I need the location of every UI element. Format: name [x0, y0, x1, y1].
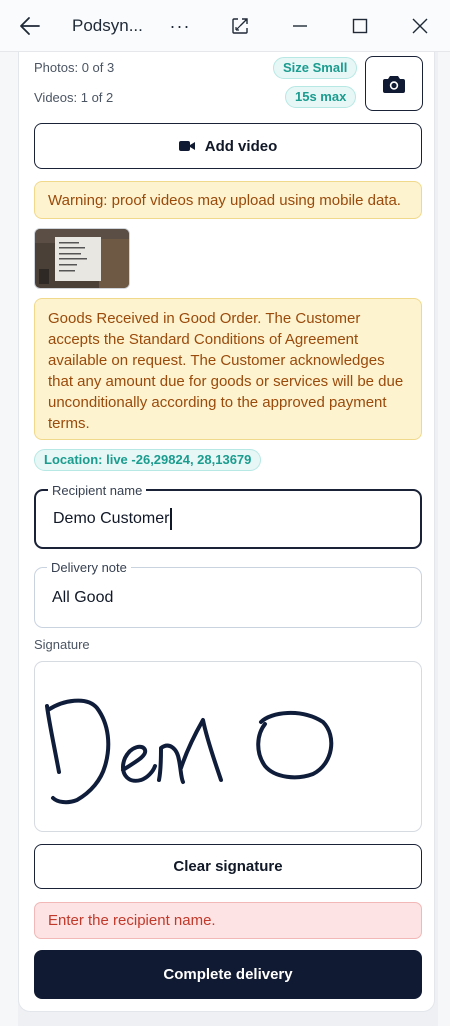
signature-drawing [45, 698, 334, 805]
popout-button[interactable] [220, 0, 260, 52]
photo-size-badge: Size Small [273, 57, 358, 79]
validation-error: Enter the recipient name. [34, 902, 422, 939]
signature-label: Signature [34, 637, 90, 652]
close-icon [412, 18, 428, 34]
background-page [0, 52, 18, 1026]
more-options-button[interactable]: ··· [160, 0, 200, 52]
complete-delivery-button[interactable]: Complete delivery [34, 950, 422, 999]
clear-signature-button[interactable]: Clear signature [34, 844, 422, 889]
background-page-right [438, 52, 450, 1026]
take-photo-button[interactable] [365, 56, 423, 111]
mobile-data-warning: Warning: proof videos may upload using m… [34, 181, 422, 219]
maximize-button[interactable] [338, 0, 382, 52]
signature-pad[interactable] [34, 661, 422, 832]
add-video-button[interactable]: Add video [34, 123, 422, 169]
window-title: Podsyn... [72, 16, 143, 35]
photos-count: Photos: 0 of 3 [34, 60, 115, 75]
location-badge: Location: live -26,29824, 28,13679 [34, 449, 262, 471]
recipient-name-input[interactable]: Demo Customer [53, 510, 169, 528]
delivery-note-input[interactable]: All Good [52, 589, 113, 607]
video-length-badge: 15s max [285, 86, 357, 108]
minimize-button[interactable] [278, 0, 322, 52]
arrow-left-icon [20, 17, 40, 35]
add-video-label: Add video [204, 137, 278, 155]
popout-icon [232, 18, 248, 34]
recipient-name-field[interactable]: Recipient name Demo Customer [34, 483, 422, 549]
videos-count: Videos: 1 of 2 [34, 90, 114, 105]
close-button[interactable] [398, 0, 442, 52]
delivery-sheet[interactable]: Photos: 0 of 3 Size Small Videos: 1 of 2… [18, 52, 435, 1012]
complete-delivery-label: Complete delivery [163, 966, 293, 983]
video-thumbnail[interactable] [34, 228, 130, 289]
more-horizontal-icon: ··· [169, 15, 191, 36]
camera-icon [383, 75, 405, 93]
video-camera-icon [178, 141, 195, 151]
clear-signature-label: Clear signature [173, 858, 283, 875]
back-button[interactable] [8, 0, 52, 52]
terms-notice: Goods Received in Good Order. The Custom… [34, 298, 422, 440]
maximize-icon [352, 18, 368, 34]
minimize-icon [293, 25, 307, 27]
delivery-note-field[interactable]: Delivery note All Good [34, 560, 422, 628]
title-bar: Podsyn... ··· [0, 0, 450, 52]
text-caret [170, 508, 173, 530]
